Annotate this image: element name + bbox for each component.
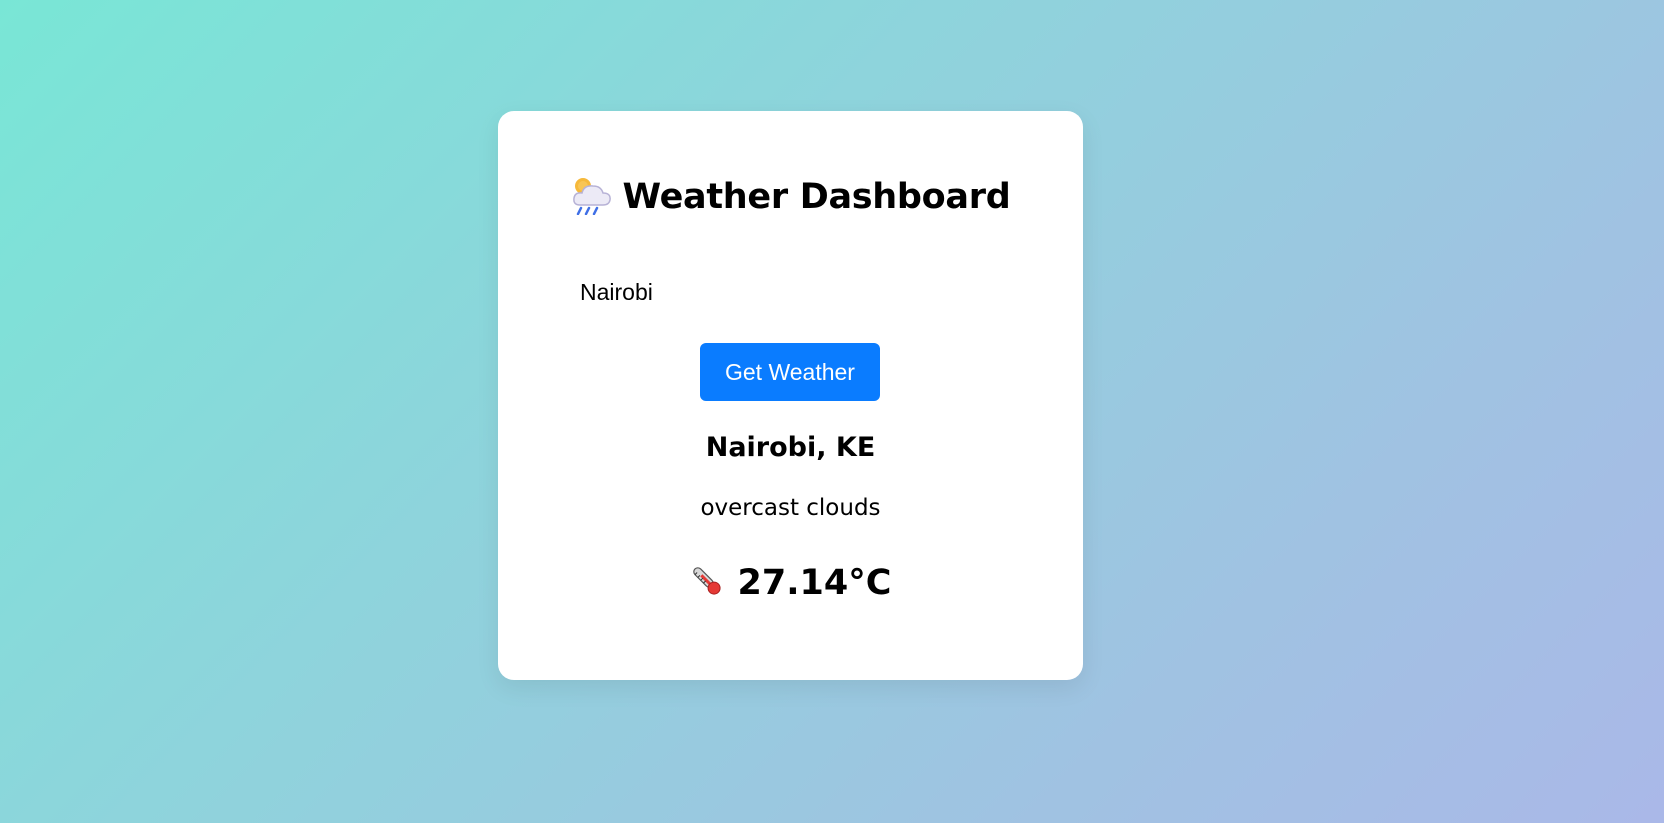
- weather-description: overcast clouds: [700, 495, 881, 521]
- page-title: Weather Dashboard: [498, 175, 1083, 217]
- city-input[interactable]: [580, 275, 1000, 309]
- temperature-value: 27.14°C: [737, 563, 892, 603]
- weather-card: Weather Dashboard Get Weather Nairobi, K…: [498, 111, 1083, 680]
- location-label: Nairobi, KE: [705, 432, 876, 463]
- thermometer-icon: [690, 563, 724, 599]
- temperature-display: 27.14°C: [498, 563, 1083, 603]
- get-weather-button[interactable]: Get Weather: [700, 343, 880, 401]
- page-title-text: Weather Dashboard: [622, 177, 1011, 217]
- cloud-sun-rain-icon: [571, 175, 613, 216]
